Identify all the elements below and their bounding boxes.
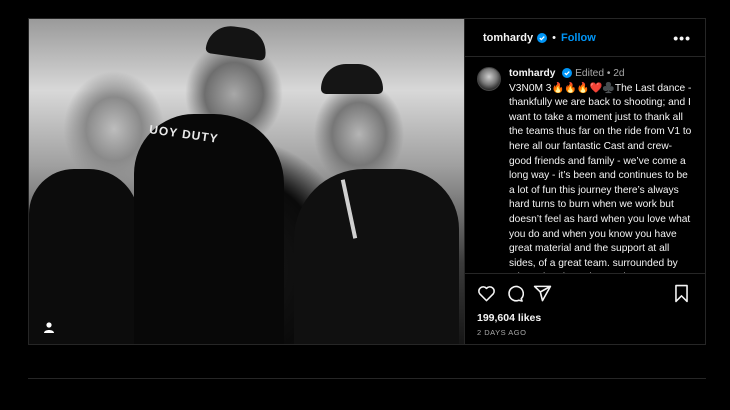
action-icons <box>477 282 691 304</box>
caption-age: 2d <box>613 68 625 79</box>
follow-button[interactable]: Follow <box>561 32 596 44</box>
share-icon[interactable] <box>533 284 552 303</box>
post-timestamp[interactable]: 2 DAYS AGO <box>477 328 691 337</box>
caption: tomhardy Edited • 2d V3N0M 3🔥🔥🔥❤️♣️The L… <box>509 67 693 273</box>
caption-username[interactable]: tomhardy <box>509 68 555 79</box>
caption-area[interactable]: tomhardy Edited • 2d V3N0M 3🔥🔥🔥❤️♣️The L… <box>465 57 705 273</box>
heart-icon[interactable] <box>477 284 496 303</box>
caption-text: V3N0M 3🔥🔥🔥❤️♣️The Last dance - thankfull… <box>509 82 692 273</box>
header-separator: • <box>552 31 556 44</box>
page-divider <box>28 378 706 379</box>
post-sidebar: tomhardy • Follow ••• tomhardy Edited • … <box>464 19 705 344</box>
verified-badge-icon <box>562 68 573 79</box>
caption-edited-label: Edited <box>575 68 604 79</box>
photo-cap-middle <box>205 22 269 62</box>
bookmark-icon[interactable] <box>672 284 691 303</box>
likes-count[interactable]: 199,604 likes <box>477 312 691 324</box>
photo-person-middle <box>134 114 284 344</box>
post-actions: 199,604 likes 2 DAYS AGO <box>465 273 705 343</box>
post-header: tomhardy • Follow ••• <box>465 19 705 57</box>
user-tag-icon[interactable] <box>43 321 55 333</box>
photo-person-right <box>294 169 459 344</box>
post-photo[interactable]: UOY DUTY <box>29 19 464 344</box>
verified-badge-icon <box>537 32 548 43</box>
more-options-icon[interactable]: ••• <box>673 30 691 46</box>
post-card: UOY DUTY tomhardy • Follow ••• tomhardy <box>28 18 706 345</box>
header-username[interactable]: tomhardy <box>483 32 533 44</box>
comment-icon[interactable] <box>505 284 524 303</box>
photo-cap-right <box>321 64 383 94</box>
avatar[interactable] <box>477 67 501 91</box>
caption-separator: • <box>606 68 611 79</box>
photo-person-left <box>29 169 139 344</box>
